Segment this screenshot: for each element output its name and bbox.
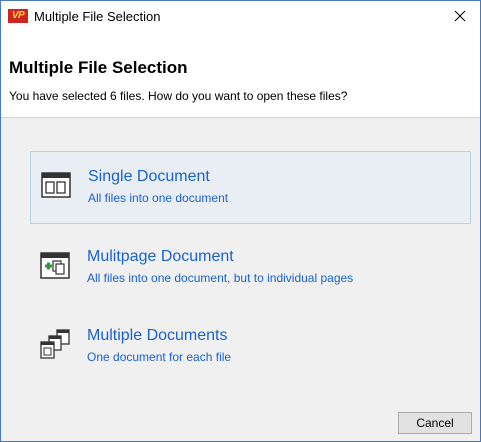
close-button[interactable] bbox=[440, 1, 480, 31]
option-multiple-documents[interactable]: Multiple Documents One document for each… bbox=[30, 311, 471, 384]
option-description: One document for each file bbox=[87, 350, 232, 364]
option-title: Single Document bbox=[88, 168, 210, 185]
multiple-documents-icon bbox=[40, 329, 70, 359]
title-bar: VP Multiple File Selection bbox=[1, 1, 480, 31]
option-multipage-document[interactable]: Mulitpage Document All files into one do… bbox=[30, 232, 471, 305]
option-description: All files into one document bbox=[88, 191, 229, 205]
header-subtitle: You have selected 6 files. How do you wa… bbox=[9, 89, 348, 103]
option-title: Multiple Documents bbox=[87, 327, 228, 344]
cancel-button[interactable]: Cancel bbox=[398, 412, 472, 434]
dialog-window: VP Multiple File Selection Multiple File… bbox=[0, 0, 481, 442]
options-panel: Single Document All files into one docum… bbox=[1, 118, 480, 441]
option-title: Mulitpage Document bbox=[87, 248, 234, 265]
dialog-header: Multiple File Selection You have selecte… bbox=[1, 31, 480, 118]
single-document-icon bbox=[41, 172, 71, 198]
option-single-document[interactable]: Single Document All files into one docum… bbox=[30, 151, 471, 224]
header-title: Multiple File Selection bbox=[9, 58, 188, 77]
window-title: Multiple File Selection bbox=[34, 9, 161, 24]
close-icon bbox=[454, 10, 466, 22]
multipage-document-icon bbox=[40, 252, 70, 279]
app-logo: VP bbox=[8, 9, 28, 23]
option-description: All files into one document, but to indi… bbox=[87, 271, 354, 285]
